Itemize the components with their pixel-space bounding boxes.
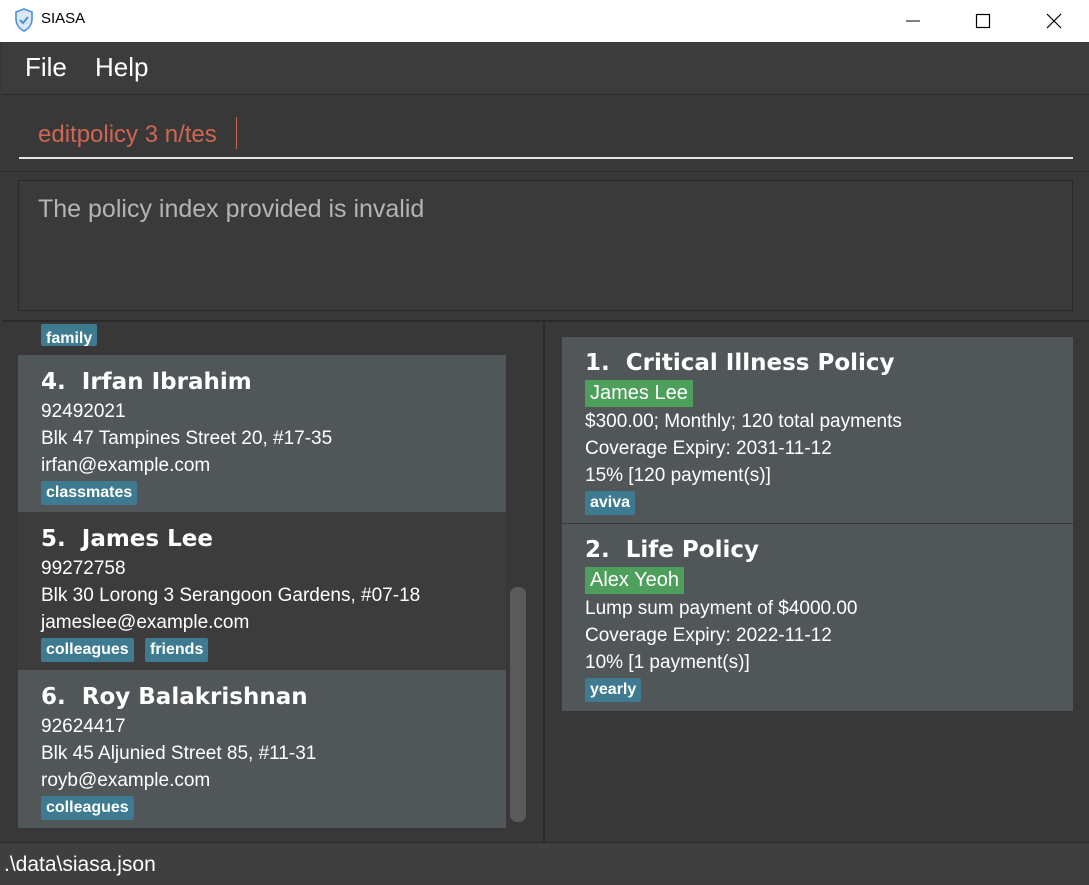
client-name: James Lee (81, 526, 213, 552)
client-tag: family (41, 324, 98, 346)
client-name: Irfan Ibrahim (81, 369, 252, 395)
client-index: 6. Roy Balakrishnan (41, 684, 308, 710)
client-card[interactable]: 6. Roy Balakrishnan 92624417 Blk 45 Alju… (18, 670, 506, 828)
client-address: Blk 45 Aljunied Street 85, #11-31 (41, 743, 317, 764)
result-display: The policy index provided is invalid (2, 172, 1089, 322)
client-tag: colleagues (41, 638, 134, 662)
close-button[interactable] (1031, 0, 1077, 42)
text-caret (236, 117, 237, 149)
policy-payment: Lump sum payment of $4000.00 (585, 598, 858, 619)
client-email: jameslee@example.com (41, 612, 250, 633)
command-box (2, 95, 1089, 172)
policy-list-panel[interactable]: 1. Critical Illness Policy James Lee $30… (546, 322, 1089, 842)
client-phone: 99272758 (41, 558, 126, 579)
policy-expiry: Coverage Expiry: 2022-11-12 (585, 625, 832, 646)
client-index: 5. James Lee (41, 526, 213, 552)
status-bar: .\data\siasa.json (0, 842, 1089, 885)
client-tag: colleagues (41, 796, 134, 820)
policy-index: 1. Critical Illness Policy (585, 350, 895, 376)
save-location: .\data\siasa.json (4, 853, 156, 876)
maximize-icon (975, 13, 991, 29)
policy-tag: aviva (585, 491, 636, 515)
policy-owner-tag: James Lee (585, 380, 693, 407)
result-message: The policy index provided is invalid (38, 195, 425, 223)
client-list-panel[interactable]: family 4. Irfan Ibrahim 92492021 Blk 47 … (2, 322, 545, 842)
client-card[interactable]: 4. Irfan Ibrahim 92492021 Blk 47 Tampine… (18, 355, 506, 512)
minimize-button[interactable] (890, 0, 936, 42)
menu-bar: File Help (2, 42, 1089, 95)
close-icon (1046, 13, 1062, 29)
maximize-button[interactable] (960, 0, 1006, 42)
policy-commission: 10% [1 payment(s)] (585, 652, 750, 673)
window-title: SIASA (41, 10, 86, 27)
menu-file[interactable]: File (25, 52, 67, 83)
client-phone: 92492021 (41, 401, 126, 422)
client-tag: classmates (41, 481, 138, 505)
title-bar: SIASA (0, 0, 1089, 42)
client-address: Blk 47 Tampines Street 20, #17-35 (41, 428, 333, 449)
policy-owner-tag: Alex Yeoh (585, 567, 684, 594)
client-index: 4. Irfan Ibrahim (41, 369, 252, 395)
minimize-icon (906, 20, 920, 22)
policy-tag: yearly (585, 678, 642, 702)
policy-index: 2. Life Policy (585, 537, 759, 563)
scrollbar-thumb[interactable] (510, 587, 526, 822)
policy-card[interactable]: 2. Life Policy Alex Yeoh Lump sum paymen… (562, 524, 1073, 711)
menu-help[interactable]: Help (95, 52, 148, 83)
client-name: Roy Balakrishnan (81, 684, 308, 710)
policy-title: Life Policy (625, 537, 759, 563)
policy-title: Critical Illness Policy (625, 350, 895, 376)
policy-expiry: Coverage Expiry: 2031-11-12 (585, 438, 832, 459)
policy-commission: 15% [120 payment(s)] (585, 465, 771, 486)
command-input[interactable] (19, 113, 1073, 159)
shield-check-icon (15, 8, 33, 32)
client-card[interactable]: 5. James Lee 99272758 Blk 30 Lorong 3 Se… (18, 512, 506, 670)
client-address: Blk 30 Lorong 3 Serangoon Gardens, #07-1… (41, 585, 421, 606)
policy-payment: $300.00; Monthly; 120 total payments (585, 411, 902, 432)
client-email: irfan@example.com (41, 455, 211, 476)
client-tag: friends (145, 638, 209, 662)
client-email: royb@example.com (41, 770, 211, 791)
result-box[interactable]: The policy index provided is invalid (18, 180, 1073, 311)
client-phone: 92624417 (41, 716, 126, 737)
policy-card[interactable]: 1. Critical Illness Policy James Lee $30… (562, 337, 1073, 523)
